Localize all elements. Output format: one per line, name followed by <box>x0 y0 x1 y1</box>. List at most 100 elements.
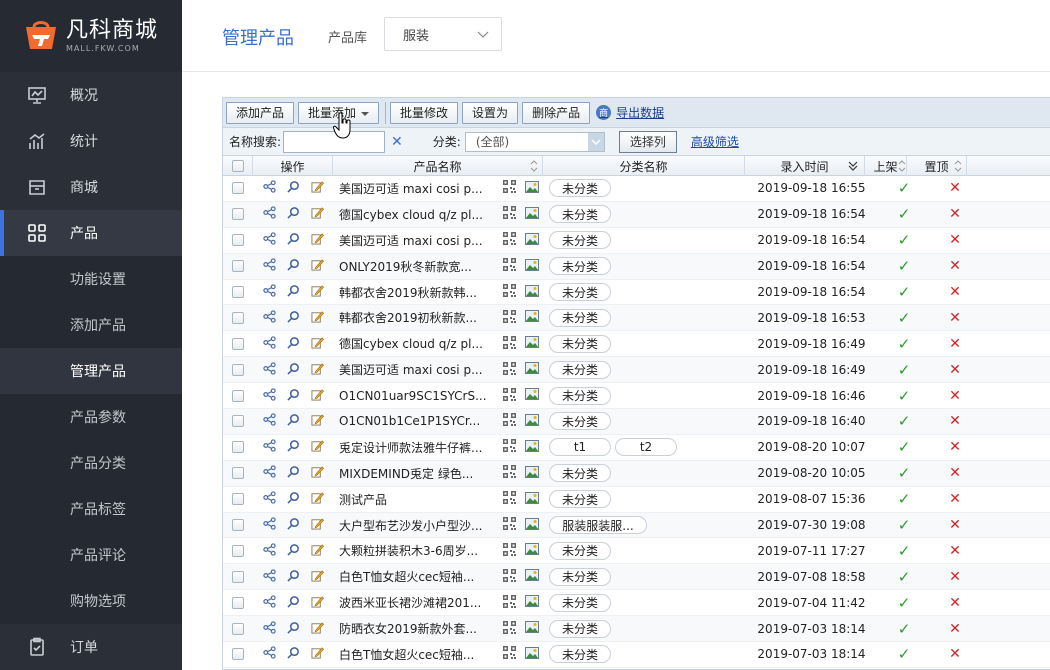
category-tag[interactable]: 未分类 <box>549 257 611 276</box>
category-tag[interactable]: 未分类 <box>549 231 611 250</box>
clear-icon[interactable]: ✕ <box>391 134 403 150</box>
edit-icon[interactable] <box>310 646 324 662</box>
category-tag[interactable]: 未分类 <box>549 308 611 327</box>
cross-icon[interactable]: ✕ <box>949 595 961 611</box>
share-icon[interactable] <box>262 491 276 507</box>
pin-top-cell[interactable]: ✕ <box>925 491 985 507</box>
cross-icon[interactable]: ✕ <box>949 362 961 378</box>
row-checkbox[interactable] <box>232 596 244 609</box>
image-icon[interactable] <box>524 543 539 558</box>
cross-icon[interactable]: ✕ <box>949 388 961 404</box>
search-icon[interactable] <box>286 258 300 274</box>
qr-code-icon[interactable] <box>503 387 517 404</box>
check-icon[interactable]: ✓ <box>898 309 911 327</box>
qr-code-icon[interactable] <box>503 232 517 248</box>
category-tag[interactable]: 未分类 <box>549 464 611 483</box>
share-icon[interactable] <box>262 361 276 378</box>
row-checkbox[interactable] <box>232 648 244 661</box>
row-select[interactable] <box>223 286 253 298</box>
table-row[interactable]: MIXDEMIND兎定 绿色... 未分类 2019-08-20 10:05 ✓… <box>223 460 1050 487</box>
on-shelf-cell[interactable]: ✓ <box>883 335 925 353</box>
share-icon[interactable] <box>262 439 276 455</box>
edit-icon[interactable] <box>310 388 324 404</box>
nav-item-mall[interactable]: 商城 <box>0 164 182 210</box>
header-name[interactable]: 产品名称 <box>333 156 543 176</box>
edit-icon[interactable] <box>310 569 324 585</box>
search-icon[interactable] <box>286 569 300 585</box>
share-icon[interactable] <box>262 206 276 222</box>
image-icon[interactable] <box>524 258 539 274</box>
on-shelf-cell[interactable]: ✓ <box>883 620 925 638</box>
search-icon[interactable] <box>286 232 300 248</box>
search-icon[interactable] <box>286 388 300 404</box>
qr-code-icon[interactable] <box>503 465 517 481</box>
share-icon[interactable] <box>262 620 276 637</box>
image-icon[interactable] <box>524 413 539 429</box>
pin-top-cell[interactable]: ✕ <box>925 284 985 300</box>
share-icon[interactable] <box>262 336 276 352</box>
category-tag[interactable]: t2 <box>615 438 677 457</box>
share-icon[interactable] <box>262 413 276 429</box>
cross-icon[interactable]: ✕ <box>949 232 961 248</box>
on-shelf-cell[interactable]: ✓ <box>883 438 925 456</box>
image-icon[interactable] <box>524 284 539 300</box>
search-icon[interactable] <box>286 517 300 533</box>
share-icon[interactable] <box>262 180 276 196</box>
select-all-checkbox[interactable] <box>231 160 244 172</box>
search-icon[interactable] <box>286 595 300 611</box>
category-tag[interactable]: 未分类 <box>549 619 611 638</box>
table-row[interactable]: 美国迈可适 maxi cosi p... 未分类 2019-09-18 16:5… <box>223 176 1050 202</box>
row-checkbox[interactable] <box>232 286 244 298</box>
edit-icon[interactable] <box>310 621 324 637</box>
subnav-product-tags[interactable]: 产品标签 <box>0 486 182 532</box>
share-icon[interactable] <box>262 595 276 611</box>
share-icon[interactable] <box>262 232 276 248</box>
table-row[interactable]: 波西米亚长裙沙滩裙201... 未分类 2019-07-04 11:42 ✓ ✕ <box>223 590 1050 617</box>
cross-icon[interactable]: ✕ <box>949 569 961 585</box>
image-icon[interactable] <box>524 310 539 325</box>
search-icon[interactable] <box>286 310 300 326</box>
subnav-add-product[interactable]: 添加产品 <box>0 302 182 348</box>
pin-top-cell[interactable]: ✕ <box>925 621 985 637</box>
category-tag[interactable]: 未分类 <box>549 490 611 509</box>
table-row[interactable]: 白色T恤女超火cec短袖... 未分类 2019-07-03 18:14 ✓ ✕ <box>223 642 1050 668</box>
cross-icon[interactable]: ✕ <box>949 413 961 429</box>
search-icon[interactable] <box>286 413 300 429</box>
edit-icon[interactable] <box>310 362 324 378</box>
nav-item-product[interactable]: 产品 <box>0 210 182 256</box>
image-icon[interactable] <box>524 232 539 248</box>
image-icon[interactable] <box>524 388 539 403</box>
cross-icon[interactable]: ✕ <box>949 258 961 274</box>
on-shelf-cell[interactable]: ✓ <box>883 490 925 508</box>
edit-icon[interactable] <box>310 543 324 559</box>
qr-code-icon[interactable] <box>503 646 517 662</box>
qr-code-icon[interactable] <box>503 413 517 429</box>
search-icon[interactable] <box>286 336 300 352</box>
table-row[interactable]: 德国cybex cloud q/z pl... 未分类 2019-09-18 1… <box>223 201 1050 228</box>
search-icon[interactable] <box>286 491 300 507</box>
table-row[interactable]: 韩都衣舍2019初秋新款... 未分类 2019-09-18 16:53 ✓ ✕ <box>223 305 1050 332</box>
category-select[interactable]: (全部) <box>464 131 605 152</box>
qr-code-icon[interactable] <box>503 258 517 274</box>
row-checkbox[interactable] <box>232 544 244 557</box>
check-icon[interactable]: ✓ <box>898 231 911 249</box>
nav-item-overview[interactable]: 概况 <box>0 72 182 118</box>
check-icon[interactable]: ✓ <box>898 438 911 456</box>
batch-edit-button[interactable]: 批量修改 <box>390 101 459 124</box>
export-data-link[interactable]: 商 导出数据 <box>596 104 664 121</box>
category-tag[interactable]: 未分类 <box>549 593 611 612</box>
image-icon[interactable] <box>524 491 539 507</box>
category-tag[interactable]: 未分类 <box>549 567 611 586</box>
share-icon[interactable] <box>262 387 276 404</box>
check-icon[interactable]: ✓ <box>898 620 911 638</box>
row-select[interactable] <box>223 519 253 532</box>
table-row[interactable]: 兎定设计师款法雅牛仔裤... t1 t2 2019-08-20 10:07 ✓ ✕ <box>223 435 1050 461</box>
pin-top-cell[interactable]: ✕ <box>925 595 985 611</box>
row-checkbox[interactable] <box>232 182 244 195</box>
qr-code-icon[interactable] <box>503 491 517 507</box>
table-row[interactable]: 美国迈可适 maxi cosi p... 未分类 2019-09-18 16:5… <box>223 228 1050 254</box>
edit-icon[interactable] <box>310 413 324 429</box>
table-row[interactable]: 测试产品 未分类 2019-08-07 15:36 ✓ ✕ <box>223 487 1050 513</box>
on-shelf-cell[interactable]: ✓ <box>883 568 925 586</box>
cross-icon[interactable]: ✕ <box>949 310 961 326</box>
